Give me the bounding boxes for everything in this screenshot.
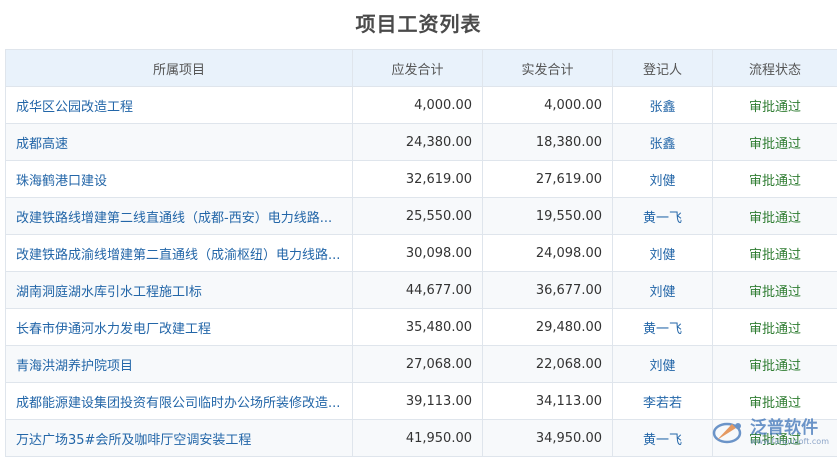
table-row[interactable]: 长春市伊通河水力发电厂改建工程35,480.0029,480.00黄一飞审批通过 (6, 309, 837, 346)
cell-status: 审批通过 (713, 309, 837, 346)
cell-paid-total: 19,550.00 (483, 198, 613, 235)
cell-due-total: 41,950.00 (353, 420, 483, 457)
cell-project-link[interactable]: 成华区公园改造工程 (6, 87, 353, 124)
cell-paid-total: 24,098.00 (483, 235, 613, 272)
cell-registrar[interactable]: 刘健 (613, 235, 713, 272)
table-row[interactable]: 青海洪湖养护院项目27,068.0022,068.00刘健审批通过 (6, 346, 837, 383)
cell-due-total: 44,677.00 (353, 272, 483, 309)
cell-paid-total: 22,068.00 (483, 346, 613, 383)
cell-project-link[interactable]: 改建铁路成渝线增建第二直通线（成渝枢纽）电力线路... (6, 235, 353, 272)
cell-project-link[interactable]: 成都能源建设集团投资有限公司临时办公场所装修改造... (6, 383, 353, 420)
cell-registrar[interactable]: 刘健 (613, 272, 713, 309)
cell-status: 审批通过 (713, 161, 837, 198)
cell-registrar[interactable]: 刘健 (613, 346, 713, 383)
cell-paid-total: 4,000.00 (483, 87, 613, 124)
cell-registrar[interactable]: 黄一飞 (613, 420, 713, 457)
column-header-paid-total[interactable]: 实发合计 (483, 50, 613, 87)
cell-status: 审批通过 (713, 272, 837, 309)
cell-registrar[interactable]: 张鑫 (613, 124, 713, 161)
cell-status: 审批通过 (713, 198, 837, 235)
cell-registrar[interactable]: 刘健 (613, 161, 713, 198)
brand-url: www.fanpusoft.com (750, 437, 829, 446)
cell-paid-total: 29,480.00 (483, 309, 613, 346)
cell-project-link[interactable]: 改建铁路线增建第二线直通线（成都-西安）电力线路... (6, 198, 353, 235)
cell-due-total: 35,480.00 (353, 309, 483, 346)
brand-logo-icon (712, 418, 746, 446)
cell-paid-total: 34,113.00 (483, 383, 613, 420)
cell-status: 审批通过 (713, 87, 837, 124)
table-row[interactable]: 成都高速24,380.0018,380.00张鑫审批通过 (6, 124, 837, 161)
brand-name: 泛普软件 (750, 419, 829, 437)
cell-due-total: 39,113.00 (353, 383, 483, 420)
salary-table: 所属项目 应发合计 实发合计 登记人 流程状态 成华区公园改造工程4,000.0… (5, 49, 837, 457)
column-header-project[interactable]: 所属项目 (6, 50, 353, 87)
cell-paid-total: 36,677.00 (483, 272, 613, 309)
cell-project-link[interactable]: 长春市伊通河水力发电厂改建工程 (6, 309, 353, 346)
cell-due-total: 24,380.00 (353, 124, 483, 161)
cell-paid-total: 18,380.00 (483, 124, 613, 161)
cell-registrar[interactable]: 黄一飞 (613, 309, 713, 346)
column-header-status[interactable]: 流程状态 (713, 50, 837, 87)
cell-registrar[interactable]: 李若若 (613, 383, 713, 420)
table-row[interactable]: 改建铁路线增建第二线直通线（成都-西安）电力线路...25,550.0019,5… (6, 198, 837, 235)
column-header-due-total[interactable]: 应发合计 (353, 50, 483, 87)
cell-status: 审批通过 (713, 383, 837, 420)
cell-project-link[interactable]: 青海洪湖养护院项目 (6, 346, 353, 383)
table-header-row: 所属项目 应发合计 实发合计 登记人 流程状态 (6, 50, 837, 87)
cell-registrar[interactable]: 黄一飞 (613, 198, 713, 235)
table-row[interactable]: 珠海鹤港口建设32,619.0027,619.00刘健审批通过 (6, 161, 837, 198)
table-row[interactable]: 成华区公园改造工程4,000.004,000.00张鑫审批通过 (6, 87, 837, 124)
cell-status: 审批通过 (713, 235, 837, 272)
page-title: 项目工资列表 (0, 0, 837, 49)
cell-paid-total: 27,619.00 (483, 161, 613, 198)
cell-due-total: 30,098.00 (353, 235, 483, 272)
cell-status: 审批通过 (713, 346, 837, 383)
cell-paid-total: 34,950.00 (483, 420, 613, 457)
cell-due-total: 25,550.00 (353, 198, 483, 235)
cell-project-link[interactable]: 成都高速 (6, 124, 353, 161)
table-row[interactable]: 改建铁路成渝线增建第二直通线（成渝枢纽）电力线路...30,098.0024,0… (6, 235, 837, 272)
cell-project-link[interactable]: 湖南洞庭湖水库引水工程施工I标 (6, 272, 353, 309)
cell-project-link[interactable]: 万达广场35#会所及咖啡厅空调安装工程 (6, 420, 353, 457)
brand-watermark: 泛普软件 www.fanpusoft.com (712, 418, 829, 446)
cell-due-total: 4,000.00 (353, 87, 483, 124)
cell-due-total: 32,619.00 (353, 161, 483, 198)
cell-project-link[interactable]: 珠海鹤港口建设 (6, 161, 353, 198)
table-row[interactable]: 成都能源建设集团投资有限公司临时办公场所装修改造...39,113.0034,1… (6, 383, 837, 420)
cell-status: 审批通过 (713, 124, 837, 161)
column-header-registrar[interactable]: 登记人 (613, 50, 713, 87)
cell-due-total: 27,068.00 (353, 346, 483, 383)
cell-registrar[interactable]: 张鑫 (613, 87, 713, 124)
table-row[interactable]: 湖南洞庭湖水库引水工程施工I标44,677.0036,677.00刘健审批通过 (6, 272, 837, 309)
